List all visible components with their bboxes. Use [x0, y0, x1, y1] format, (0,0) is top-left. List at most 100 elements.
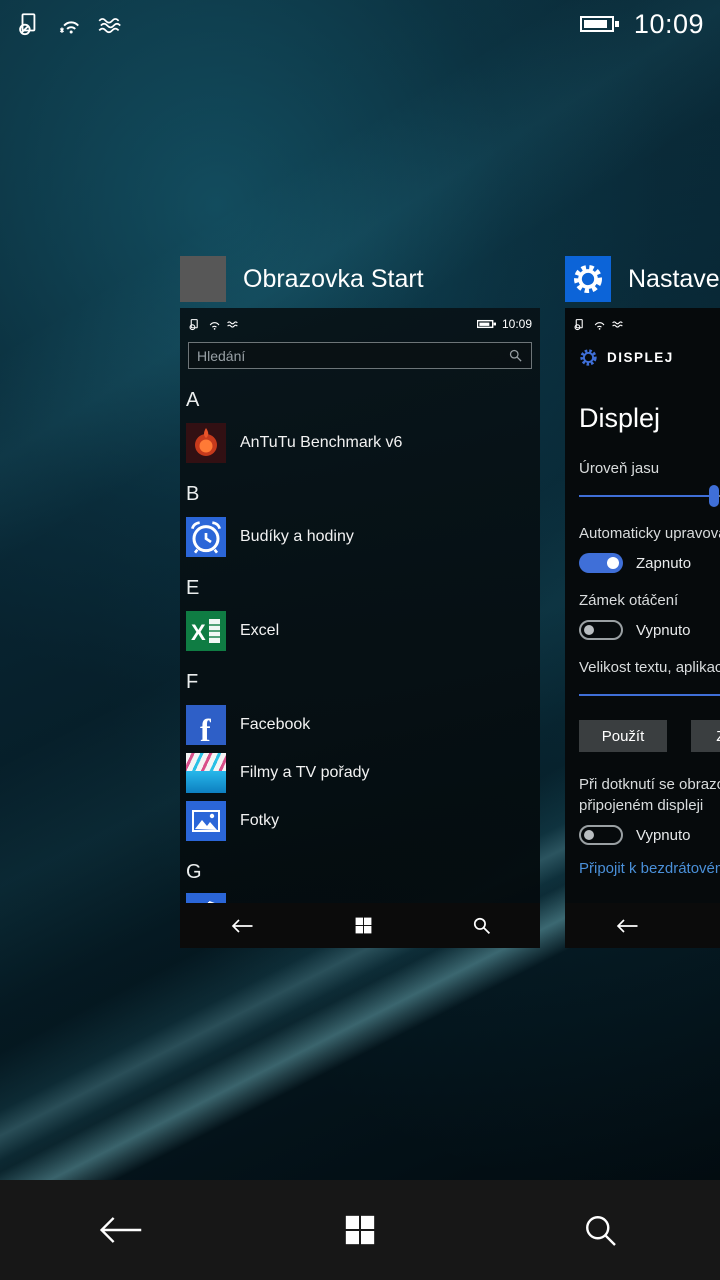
start-button[interactable] — [300, 1180, 420, 1280]
card-settings-header[interactable]: Nastavení — [565, 253, 720, 305]
wifi-limited-icon — [592, 318, 605, 331]
app-card-start[interactable]: Obrazovka Start 10:09 Hledání A AnTuTu B… — [180, 253, 540, 948]
navigation-bar — [0, 1180, 720, 1280]
clapperboard-bottom — [186, 771, 226, 793]
app-name: Filmy a TV pořady — [240, 764, 370, 781]
movies-tv-icon — [186, 753, 226, 793]
app-row-antutu: AnTuTu Benchmark v6 — [186, 423, 532, 463]
toggle-off — [579, 825, 623, 845]
section-letter-b: B — [186, 483, 200, 505]
card-start-title: Obrazovka Start — [243, 264, 424, 293]
clapperboard-top — [186, 753, 226, 771]
search-placeholder: Hledání — [197, 347, 246, 364]
brightness-slider — [579, 485, 720, 507]
search-icon — [508, 348, 523, 363]
antutu-icon — [186, 423, 226, 463]
auto-brightness-row: Zapnuto — [579, 552, 720, 574]
svg-text:f: f — [200, 712, 211, 745]
battery-icon — [476, 319, 496, 329]
app-row-excel: X Excel — [186, 611, 532, 651]
excel-icon: X — [186, 611, 226, 651]
settings-app-icon — [565, 256, 611, 302]
windows-start-icon — [345, 1215, 375, 1245]
mini-status-bar: 10:09 — [180, 308, 540, 336]
back-button[interactable] — [60, 1180, 180, 1280]
mini-nav-bar — [180, 903, 540, 948]
search-icon — [586, 1216, 616, 1246]
photos-icon — [186, 801, 226, 841]
vibrate-icon — [226, 318, 240, 331]
status-icons-left — [16, 11, 124, 37]
app-name: Facebook — [240, 716, 311, 733]
section-letter-g: G — [186, 861, 202, 883]
vibrate-icon — [96, 11, 124, 37]
data-saver-off-icon — [188, 318, 201, 331]
button-row: Použít Zrušit — [579, 720, 720, 752]
settings-section-header: DISPLEJ — [607, 349, 674, 365]
section-letter-a: A — [186, 389, 200, 411]
facebook-icon: f — [186, 705, 226, 745]
search-button[interactable] — [540, 1180, 660, 1280]
svg-text:X: X — [191, 620, 206, 645]
data-saver-off-icon — [573, 318, 586, 331]
text-size-label: Velikost textu, aplikací a — [579, 659, 720, 676]
back-icon — [614, 917, 640, 935]
back-icon — [99, 1217, 142, 1243]
external-display-row: Vypnuto — [579, 824, 720, 846]
app-list: A AnTuTu Benchmark v6 B Budíky a hodiny … — [180, 387, 540, 933]
rotation-lock-row: Vypnuto — [579, 619, 720, 641]
wifi-limited-icon — [56, 11, 82, 37]
mini-nav-bar — [565, 903, 720, 948]
external-display-text: Při dotknutí se obrazovky připojeném dis… — [579, 774, 720, 816]
status-icons-right: 10:09 — [579, 8, 704, 40]
cancel-button: Zrušit — [691, 720, 720, 752]
data-saver-off-icon — [16, 11, 42, 37]
auto-brightness-label: Automaticky upravovat jas — [579, 525, 720, 542]
toggle-knob — [584, 830, 594, 840]
app-name: Fotky — [240, 812, 280, 829]
app-row-facebook: f Facebook — [186, 705, 532, 745]
toggle-state-label: Vypnuto — [636, 621, 691, 639]
mini-status-bar — [565, 308, 720, 336]
brightness-label: Úroveň jasu — [579, 460, 660, 477]
back-icon — [229, 917, 255, 935]
external-display-line1: Při dotknutí se obrazovky — [579, 776, 720, 793]
toggle-state-label: Zapnuto — [636, 554, 692, 572]
windows-start-icon — [354, 916, 373, 935]
app-row-alarms: Budíky a hodiny — [186, 517, 532, 557]
apply-button: Použít — [579, 720, 667, 752]
slider-thumb — [708, 485, 719, 507]
start-screen-icon — [180, 256, 226, 302]
task-switcher-screen: 10:09 Obrazovka Start 10:09 Hledání A An… — [0, 0, 720, 1280]
app-row-photos: Fotky — [186, 801, 532, 841]
text-size-slider — [579, 684, 720, 706]
toggle-knob — [607, 557, 619, 569]
search-box: Hledání — [188, 342, 532, 369]
toggle-state-label: Vypnuto — [636, 826, 691, 844]
toggle-off — [579, 620, 623, 640]
external-display-line2: připojeném displeji — [579, 797, 704, 814]
app-name: Budíky a hodiny — [240, 528, 354, 545]
card-start-thumbnail[interactable]: 10:09 Hledání A AnTuTu Benchmark v6 B Bu… — [180, 308, 540, 948]
app-card-settings[interactable]: Nastavení — [565, 253, 720, 948]
card-settings-thumbnail[interactable]: DISPLEJ Displej Úroveň jasu Automaticky … — [565, 308, 720, 948]
app-name: Excel — [240, 622, 280, 639]
card-start-header[interactable]: Obrazovka Start — [180, 253, 540, 305]
slider-fill — [579, 495, 714, 497]
status-time: 10:09 — [633, 8, 704, 39]
settings-content: Displej Úroveň jasu Automaticky upravova… — [565, 402, 720, 878]
rotation-lock-label: Zámek otáčení — [579, 592, 679, 609]
app-row-movies: Filmy a TV pořady — [186, 753, 532, 793]
wireless-display-link: Připojit k bezdrátovému displeji — [579, 860, 720, 877]
battery-icon — [579, 14, 620, 34]
section-letter-e: E — [186, 577, 200, 599]
search-icon — [472, 916, 491, 935]
wifi-limited-icon — [207, 318, 220, 331]
app-name: AnTuTu Benchmark v6 — [240, 434, 403, 451]
settings-page-header: DISPLEJ — [565, 342, 720, 372]
alarm-clock-icon — [186, 517, 226, 557]
vibrate-icon — [611, 318, 625, 331]
toggle-on — [579, 553, 623, 573]
section-letter-f: F — [186, 671, 199, 693]
page-title: Displej — [579, 403, 661, 433]
